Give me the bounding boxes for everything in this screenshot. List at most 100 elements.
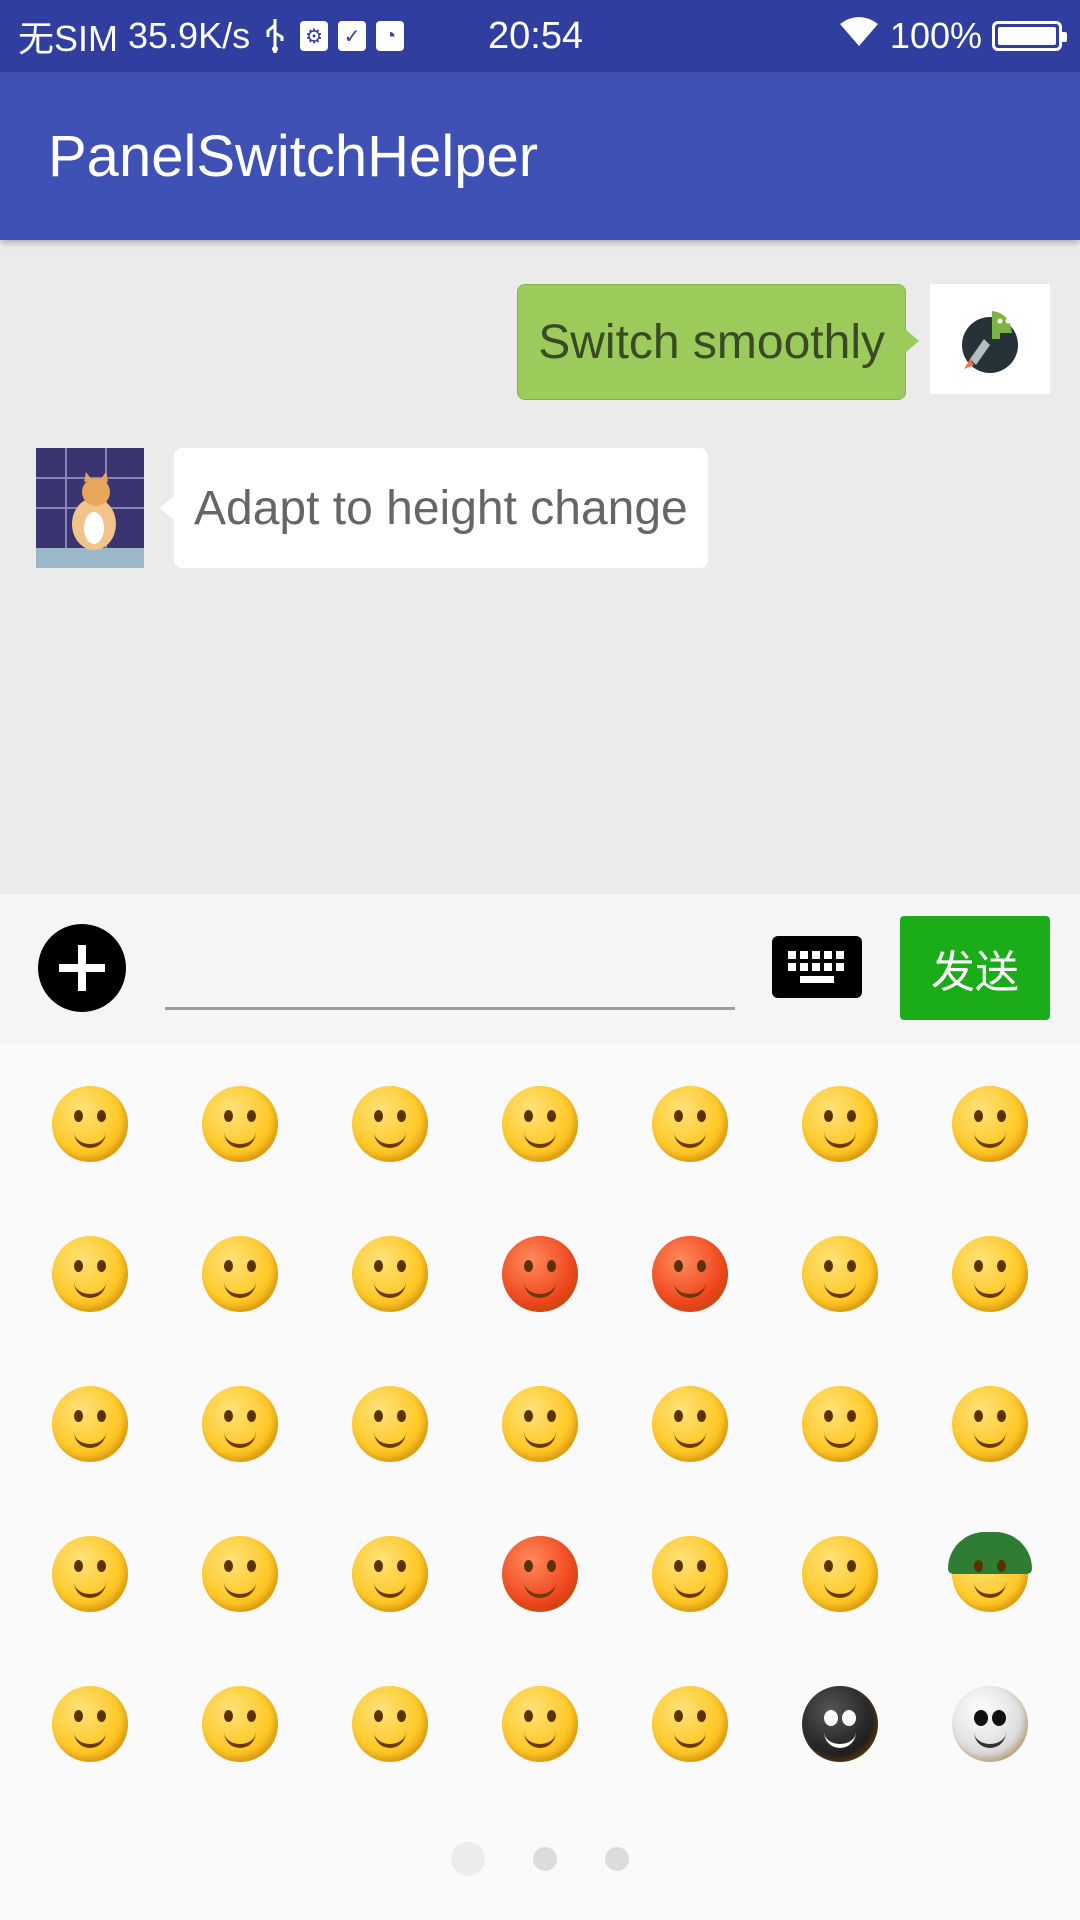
status-left: 无SIM 35.9K/s ⚙ ✓ ◔ xyxy=(18,10,405,62)
confused-emoji[interactable] xyxy=(315,1686,465,1762)
worried-emoji[interactable] xyxy=(165,1086,315,1162)
cover-mouth-face-icon xyxy=(802,1386,878,1462)
happy-face-icon xyxy=(802,1536,878,1612)
page-indicator xyxy=(0,1842,1080,1876)
grin-face-icon xyxy=(952,1236,1028,1312)
tongue-wink-face-icon xyxy=(802,1236,878,1312)
smile-emoji[interactable] xyxy=(15,1086,165,1162)
blush-smile-emoji[interactable] xyxy=(915,1386,1065,1462)
emoji-grid xyxy=(0,1086,1080,1762)
dizzy-emoji[interactable] xyxy=(615,1686,765,1762)
crying-emoji[interactable] xyxy=(765,1086,915,1162)
page-dot-3[interactable] xyxy=(605,1847,629,1871)
shocked-emoji[interactable] xyxy=(15,1386,165,1462)
network-speed: 35.9K/s xyxy=(128,15,251,56)
surprised-emoji[interactable] xyxy=(465,1086,615,1162)
blush-smile-face-icon xyxy=(952,1386,1028,1462)
laugh-cry-face-icon xyxy=(502,1386,578,1462)
battery-percent: 100% xyxy=(889,15,982,56)
bomb-face-face-icon xyxy=(802,1686,878,1762)
bomb-face-emoji[interactable] xyxy=(765,1686,915,1762)
message-bubble-sent[interactable]: Switch smoothly xyxy=(517,284,919,400)
drool-face-icon xyxy=(202,1686,278,1762)
status-bar: 无SIM 35.9K/s ⚙ ✓ ◔ 20:54 100% xyxy=(0,0,1080,72)
laugh-cry-emoji[interactable] xyxy=(465,1386,615,1462)
sad-emoji[interactable] xyxy=(165,1386,315,1462)
dizzy-face-icon xyxy=(652,1686,728,1762)
sad-face-icon xyxy=(202,1386,278,1462)
gauge-icon: ◔ xyxy=(376,21,405,51)
furious-face-icon xyxy=(502,1536,578,1612)
skull-emoji[interactable] xyxy=(915,1686,1065,1762)
grin-emoji[interactable] xyxy=(915,1236,1065,1312)
sick-face-icon xyxy=(652,1386,728,1462)
message-text: Adapt to height change xyxy=(194,481,688,535)
debug-icon: ⚙ xyxy=(300,21,329,51)
tears-face-icon xyxy=(352,1236,428,1312)
message-sent: Switch smoothly xyxy=(517,284,1050,400)
squint-face-icon xyxy=(952,1086,1028,1162)
app-bar: PanelSwitchHelper xyxy=(0,72,1080,240)
message-bubble-received[interactable]: Adapt to height change xyxy=(160,448,708,568)
cover-mouth-emoji[interactable] xyxy=(765,1386,915,1462)
soldier-emoji[interactable] xyxy=(915,1532,1065,1612)
message-received: Adapt to height change xyxy=(36,448,708,568)
input-bar: 发送 xyxy=(0,894,1080,1044)
blush-surprised-face-icon xyxy=(352,1386,428,1462)
heart-eyes-emoji[interactable] xyxy=(315,1086,465,1162)
ninja-face-icon xyxy=(52,1686,128,1762)
chat-list[interactable]: Switch smoothly Adapt to height change xyxy=(0,240,1080,894)
sweat-emoji[interactable] xyxy=(615,1536,765,1612)
crying-face-icon xyxy=(802,1086,878,1162)
wide-eyes-emoji[interactable] xyxy=(15,1536,165,1612)
shush-face-icon xyxy=(502,1686,578,1762)
plus-icon xyxy=(59,945,105,991)
battery-icon xyxy=(992,21,1067,51)
sick-emoji[interactable] xyxy=(615,1386,765,1462)
tongue-wink-emoji[interactable] xyxy=(765,1236,915,1312)
squint-emoji[interactable] xyxy=(915,1086,1065,1162)
confused-face-icon xyxy=(352,1686,428,1762)
message-input[interactable] xyxy=(165,934,735,1010)
usb-icon xyxy=(260,19,290,53)
flushed-emoji[interactable] xyxy=(465,1236,615,1312)
app-title: PanelSwitchHelper xyxy=(48,123,539,189)
send-button[interactable]: 发送 xyxy=(900,916,1050,1020)
sleepy-emoji[interactable] xyxy=(165,1236,315,1312)
shocked-face-icon xyxy=(52,1386,128,1462)
furious-emoji[interactable] xyxy=(465,1536,615,1612)
thinking-emoji[interactable] xyxy=(165,1536,315,1612)
smile-face-icon xyxy=(52,1086,128,1162)
blush-surprised-emoji[interactable] xyxy=(315,1386,465,1462)
carrier-label: 无SIM xyxy=(18,18,119,59)
keyboard-button[interactable] xyxy=(772,936,862,998)
shy-face-icon xyxy=(352,1536,428,1612)
emoji-panel xyxy=(0,1044,1080,1920)
drool-emoji[interactable] xyxy=(165,1686,315,1762)
angry-face-icon xyxy=(652,1236,728,1312)
angry-emoji[interactable] xyxy=(615,1236,765,1312)
shush-emoji[interactable] xyxy=(465,1686,615,1762)
sunglasses-emoji[interactable] xyxy=(615,1086,765,1162)
surprised-face-icon xyxy=(502,1086,578,1162)
wide-eyes-face-icon xyxy=(52,1536,128,1612)
shy-emoji[interactable] xyxy=(315,1536,465,1612)
happy-emoji[interactable] xyxy=(765,1536,915,1612)
worried-face-icon xyxy=(202,1086,278,1162)
page-dot-2[interactable] xyxy=(533,1847,557,1871)
plus-button[interactable] xyxy=(38,924,126,1012)
message-text: Switch smoothly xyxy=(538,315,885,369)
ninja-emoji[interactable] xyxy=(15,1686,165,1762)
sweat-face-icon xyxy=(652,1536,728,1612)
soldier-face-icon xyxy=(948,1532,1032,1612)
heart-eyes-face-icon xyxy=(352,1086,428,1162)
skull-face-icon xyxy=(952,1686,1028,1762)
page-dot-1[interactable] xyxy=(451,1842,485,1876)
android-rocket-avatar[interactable] xyxy=(930,284,1050,394)
cat-avatar[interactable] xyxy=(36,448,144,568)
tears-emoji[interactable] xyxy=(315,1236,465,1312)
thinking-face-icon xyxy=(202,1536,278,1612)
wifi-icon xyxy=(838,15,880,57)
zipped-mouth-emoji[interactable] xyxy=(15,1236,165,1312)
zipped-mouth-face-icon xyxy=(52,1236,128,1312)
